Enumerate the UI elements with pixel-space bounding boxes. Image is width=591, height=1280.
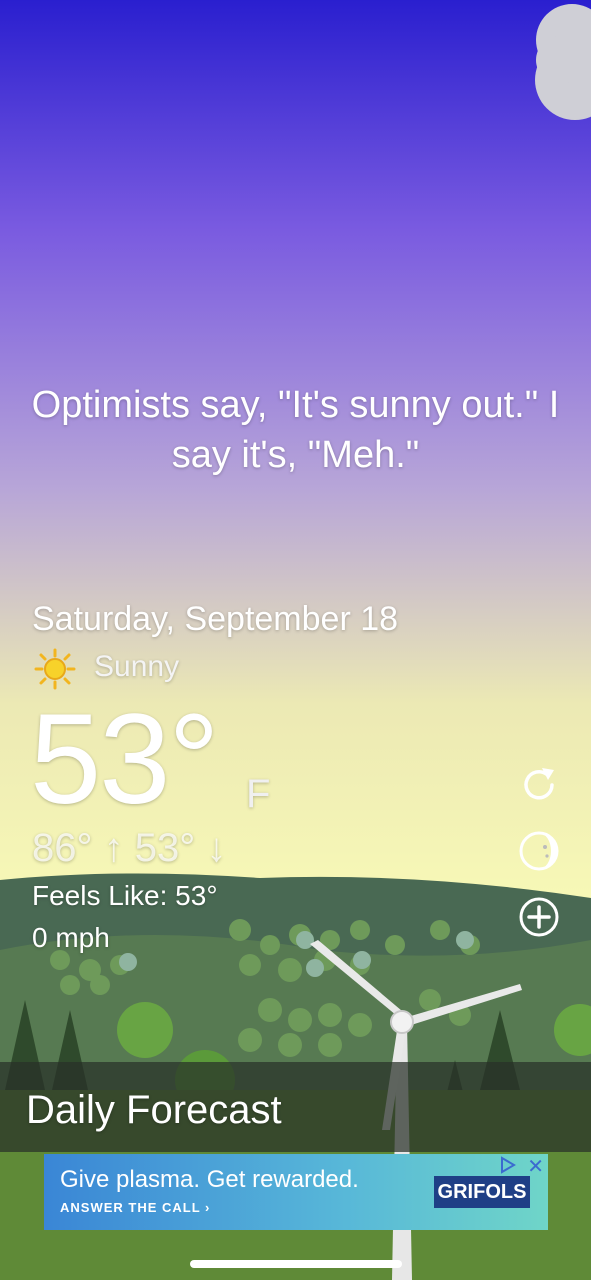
current-temperature: 53° — [30, 688, 220, 831]
moon-phase-icon[interactable] — [516, 828, 562, 874]
temperature-unit: F — [246, 772, 271, 816]
high-low-temperature: 86° ↑ 53° ↓ — [32, 826, 227, 870]
daily-forecast-title[interactable]: Daily Forecast — [26, 1088, 282, 1133]
ad-headline[interactable]: Give plasma. Get rewarded. — [60, 1166, 359, 1194]
ad-banner[interactable]: Give plasma. Get rewarded. ANSWER THE CA… — [44, 1154, 548, 1230]
add-location-icon[interactable] — [516, 894, 562, 940]
sun-icon — [34, 648, 76, 690]
cloud — [535, 4, 591, 120]
wind-speed-label: 0 mph — [32, 922, 110, 953]
weather-quote: Optimists say, "It's sunny out." I say i… — [31, 384, 560, 476]
adchoices-icon[interactable] — [498, 1156, 518, 1174]
condition-label: Sunny — [94, 650, 180, 683]
date-label: Saturday, September 18 — [32, 600, 399, 638]
refresh-icon[interactable] — [516, 762, 562, 808]
ad-brand-logo[interactable]: GRIFOLS — [434, 1176, 530, 1208]
ad-cta-link[interactable]: ANSWER THE CALL › — [60, 1200, 210, 1215]
feels-like-label: Feels Like: 53° — [32, 880, 218, 911]
home-indicator[interactable] — [190, 1260, 402, 1268]
ad-close-icon[interactable]: ✕ — [527, 1154, 544, 1179]
